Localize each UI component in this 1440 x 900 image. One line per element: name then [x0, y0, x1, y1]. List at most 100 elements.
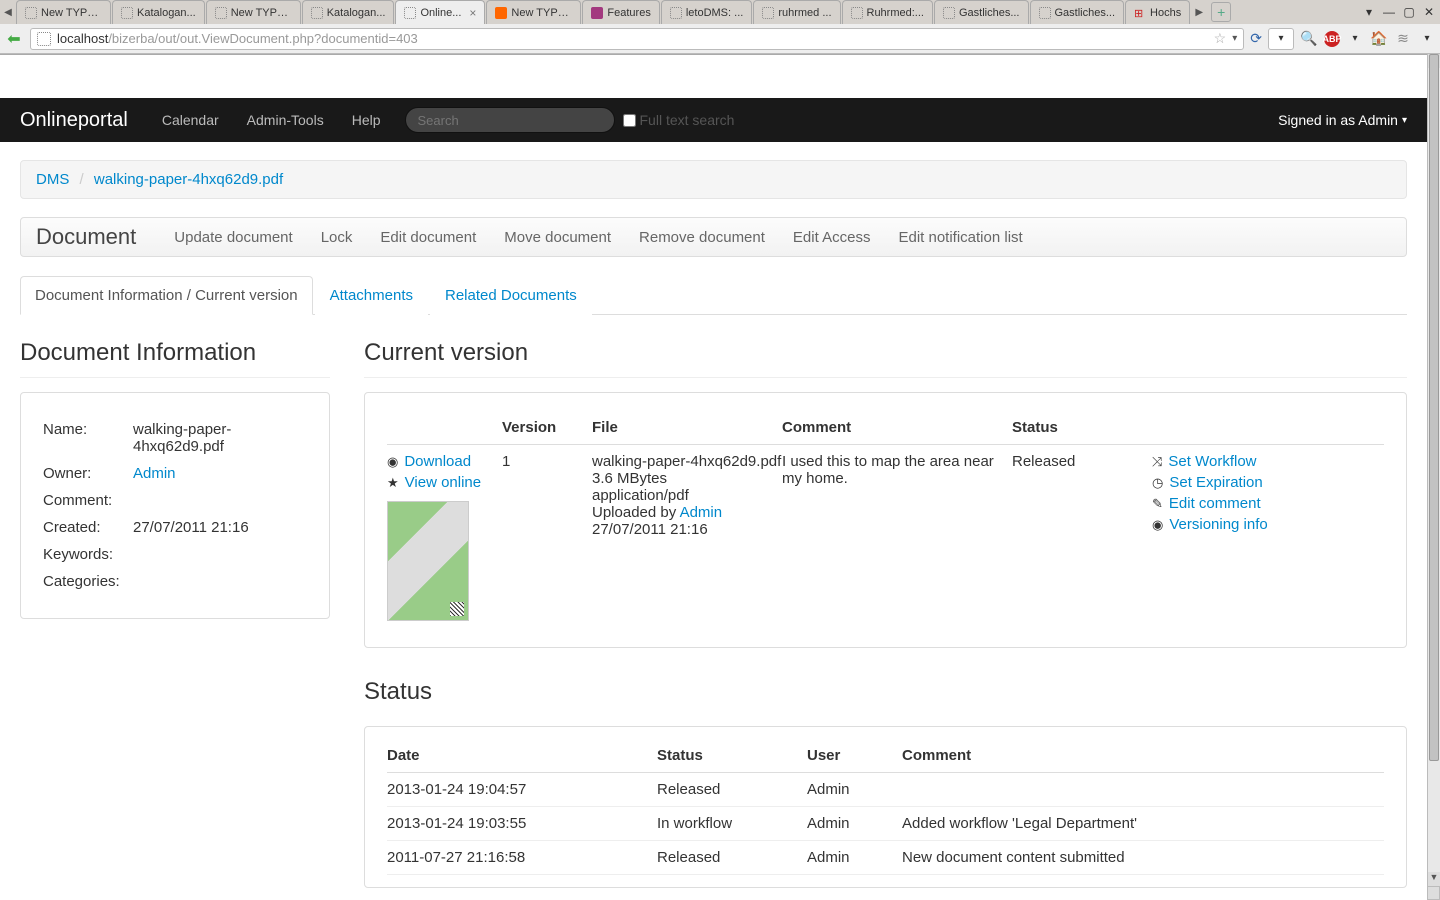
browser-chrome: ◀ New TYPO...Katalogan...New TYPO...Kata… [0, 0, 1440, 55]
signed-in-dropdown[interactable]: Signed in as Admin▾ [1278, 112, 1407, 128]
action-edit-access[interactable]: Edit Access [793, 229, 871, 246]
browser-tab[interactable]: Online...× [395, 0, 485, 24]
status-col-comment: Comment [902, 739, 1384, 773]
browser-tab[interactable]: ⊞Hochs [1125, 0, 1190, 24]
browser-tab[interactable]: Katalogan... [112, 0, 205, 24]
action-move[interactable]: Move document [504, 229, 611, 246]
status-comment: Added workflow 'Legal Department' [902, 807, 1384, 841]
reader-icon[interactable]: 🔍 [1300, 30, 1318, 48]
tab-strip: ◀ New TYPO...Katalogan...New TYPO...Kata… [0, 0, 1440, 24]
search-input[interactable] [405, 107, 615, 133]
action-edit-notification[interactable]: Edit notification list [898, 229, 1022, 246]
close-window-button[interactable]: ✕ [1422, 5, 1436, 19]
browser-tab[interactable]: Features [582, 0, 659, 24]
url-input[interactable]: localhost/bizerba/out/out.ViewDocument.p… [30, 28, 1244, 50]
browser-tab[interactable]: letoDMS: ... [661, 0, 752, 24]
tab-label: Gastliches... [959, 7, 1020, 19]
url-text: localhost/bizerba/out/out.ViewDocument.p… [57, 31, 418, 46]
tab-label: Katalogan... [137, 7, 196, 19]
vertical-scrollbar[interactable]: ▲ ▼ [1427, 54, 1440, 886]
download-link[interactable]: Download [404, 453, 471, 470]
nav-admin-tools[interactable]: Admin-Tools [233, 98, 338, 142]
status-comment [902, 773, 1384, 807]
browser-tab[interactable]: Katalogan... [302, 0, 395, 24]
status-col-date: Date [387, 739, 657, 773]
breadcrumb-doc[interactable]: walking-paper-4hxq62d9.pdf [94, 171, 283, 188]
action-update[interactable]: Update document [174, 229, 292, 246]
browser-tab[interactable]: New TYPO... [16, 0, 111, 24]
toolbar-select[interactable]: ▾ [1268, 28, 1294, 50]
versioning-info-link[interactable]: Versioning info [1169, 516, 1267, 533]
new-tab-button[interactable]: + [1211, 2, 1231, 22]
status-comment: New document content submitted [902, 841, 1384, 875]
action-remove[interactable]: Remove document [639, 229, 765, 246]
name-label: Name: [43, 421, 133, 455]
tab-label: ruhrmed ... [778, 7, 831, 19]
comment-value [133, 492, 307, 509]
edit-comment-link[interactable]: Edit comment [1169, 495, 1261, 512]
bookmark-star-icon[interactable]: ☆ [1214, 30, 1227, 47]
tab-scroll-left[interactable]: ◀ [0, 0, 16, 24]
tab-label: New TYPO... [511, 7, 572, 19]
breadcrumb-root[interactable]: DMS [36, 171, 69, 188]
set-expiration-link[interactable]: Set Expiration [1169, 474, 1262, 491]
brand[interactable]: Onlineportal [20, 109, 128, 132]
tab-favicon [591, 7, 603, 19]
docinfo-box: Name:walking-paper-4hxq62d9.pdf Owner:Ad… [20, 392, 330, 619]
owner-link[interactable]: Admin [133, 465, 176, 482]
status-status: Released [657, 773, 807, 807]
scrollbar-thumb[interactable] [1429, 54, 1439, 761]
adblock-icon[interactable]: ABP [1324, 31, 1340, 47]
tab-favicon [851, 7, 863, 19]
tab-favicon [670, 7, 682, 19]
tab-label: Gastliches... [1055, 7, 1116, 19]
minimize-button[interactable]: — [1382, 5, 1396, 19]
toolbar-menu-icon[interactable]: ▾ [1418, 30, 1436, 48]
browser-tab[interactable]: New TYPO... [206, 0, 301, 24]
browser-tab[interactable]: Gastliches... [1030, 0, 1125, 24]
tab-scroll-right[interactable]: ▶ [1191, 0, 1207, 24]
browser-tab[interactable]: New TYPO... [486, 0, 581, 24]
set-workflow-link[interactable]: Set Workflow [1168, 453, 1256, 470]
view-online-link[interactable]: View online [405, 474, 481, 491]
maximize-button[interactable]: ▢ [1402, 5, 1416, 19]
action-edit-document[interactable]: Edit document [380, 229, 476, 246]
action-lock[interactable]: Lock [321, 229, 353, 246]
uploader-link[interactable]: Admin [680, 504, 723, 521]
close-tab-icon[interactable]: × [465, 6, 476, 20]
shuffle-icon: ⤨ [1152, 454, 1162, 470]
browser-tab[interactable]: Gastliches... [934, 0, 1029, 24]
feed-icon[interactable]: ≋ [1394, 30, 1412, 48]
nav-help[interactable]: Help [338, 98, 395, 142]
info-icon: ◉ [1152, 517, 1163, 533]
browser-tab[interactable]: Ruhrmed:... [842, 0, 933, 24]
status-heading: Status [364, 678, 1407, 706]
current-version-box: Version File Comment Status ◉Download ★V… [364, 392, 1407, 648]
reload-icon[interactable]: ⟳ [1250, 30, 1262, 47]
tab-document-info[interactable]: Document Information / Current version [20, 276, 313, 315]
file-thumbnail[interactable] [387, 501, 469, 621]
back-button[interactable]: ⬅ [4, 29, 24, 49]
tab-attachments[interactable]: Attachments [315, 276, 428, 315]
fulltext-checkbox-input[interactable] [623, 114, 636, 127]
created-value: 27/07/2011 21:16 [133, 519, 307, 536]
url-bar: ⬅ localhost/bizerba/out/out.ViewDocument… [0, 24, 1440, 54]
nav-calendar[interactable]: Calendar [148, 98, 233, 142]
page-scroll-area[interactable]: Onlineportal Calendar Admin-Tools Help F… [0, 98, 1427, 900]
version-number: 1 [502, 445, 592, 630]
fulltext-checkbox[interactable]: Full text search [623, 112, 735, 128]
status-user: Admin [807, 773, 902, 807]
window-dropdown[interactable]: ▾ [1362, 5, 1376, 19]
browser-tab[interactable]: ruhrmed ... [753, 0, 840, 24]
tab-favicon [943, 7, 955, 19]
scroll-down-arrow[interactable]: ▼ [1428, 872, 1440, 886]
file-name: walking-paper-4hxq62d9.pdf [592, 453, 782, 470]
toolbar-dropdown-icon[interactable]: ▾ [1346, 30, 1364, 48]
status-user: Admin [807, 841, 902, 875]
home-icon[interactable]: 🏠 [1370, 30, 1388, 48]
status-user: Admin [807, 807, 902, 841]
app-navbar: Onlineportal Calendar Admin-Tools Help F… [0, 98, 1427, 142]
url-dropdown-icon[interactable]: ▾ [1232, 33, 1237, 44]
clock-icon: ◷ [1152, 475, 1163, 491]
tab-related[interactable]: Related Documents [430, 276, 592, 315]
